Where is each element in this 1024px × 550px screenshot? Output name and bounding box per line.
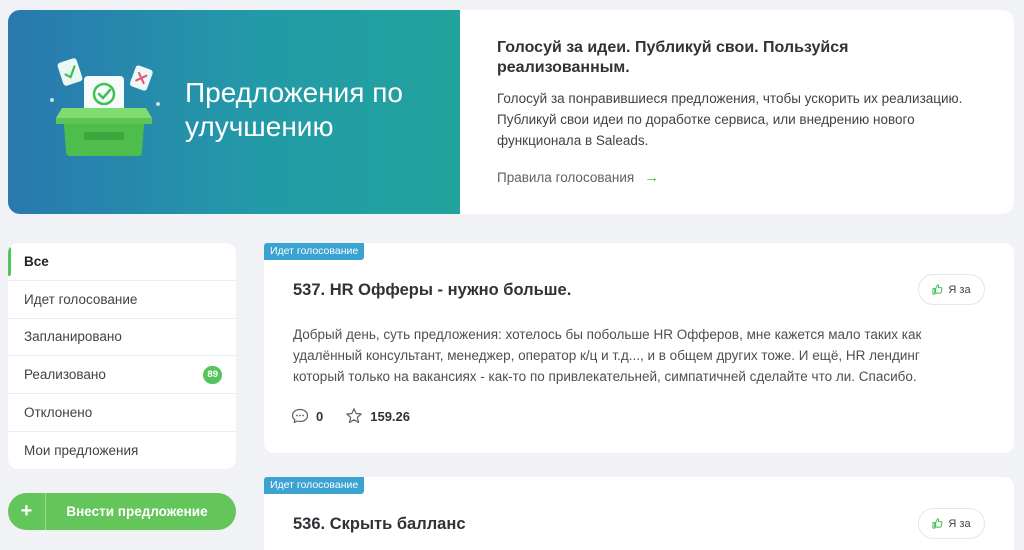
suggestion-title[interactable]: 537. HR Офферы - нужно больше. bbox=[293, 281, 571, 300]
banner-left-panel: Предложения по улучшению bbox=[8, 10, 460, 214]
sidebar-item-label: Идет голосование bbox=[24, 291, 138, 307]
voting-rules-label: Правила голосования bbox=[497, 170, 635, 185]
sidebar-item-label: Запланировано bbox=[24, 329, 122, 345]
status-badge: Идет голосование bbox=[264, 477, 365, 494]
ballot-box-illustration bbox=[50, 58, 160, 156]
vote-label: Я за bbox=[948, 517, 971, 530]
sidebar-item-label: Все bbox=[24, 253, 49, 269]
suggestion-card[interactable]: Идет голосование 536. Скрыть балланс Я з… bbox=[264, 477, 1014, 550]
sidebar-item-label: Мои предложения bbox=[24, 443, 139, 459]
thumbs-up-icon bbox=[932, 518, 943, 529]
banner-heading: Голосуй за идеи. Публикуй свои. Пользуйс… bbox=[497, 39, 849, 76]
add-suggestion-button[interactable]: + Внести предложение bbox=[8, 493, 236, 530]
banner-text: Голосуй за понравившиеся предложения, чт… bbox=[497, 91, 963, 148]
plus-icon: + bbox=[8, 493, 46, 530]
filter-sidebar: Все Идет голосование Запланировано Реали… bbox=[8, 243, 236, 469]
vote-for-button[interactable]: Я за bbox=[918, 508, 985, 539]
suggestion-card[interactable]: Идет голосование 537. HR Офферы - нужно … bbox=[264, 243, 1014, 453]
add-suggestion-label: Внести предложение bbox=[66, 504, 208, 519]
suggestion-title[interactable]: 536. Скрыть балланс bbox=[293, 515, 466, 534]
star-icon bbox=[346, 408, 363, 424]
sidebar-item-voting[interactable]: Идет голосование bbox=[8, 281, 236, 319]
vote-for-button[interactable]: Я за bbox=[918, 274, 985, 305]
comment-icon bbox=[291, 408, 309, 424]
suggestion-text: Добрый день, суть предложения: хотелось … bbox=[293, 327, 922, 384]
comments-count: 0 bbox=[316, 408, 324, 424]
comments-stat[interactable]: 0 bbox=[291, 407, 323, 425]
count-badge: 89 bbox=[203, 365, 222, 384]
voting-rules-link[interactable]: Правила голосования → bbox=[497, 169, 659, 186]
banner-title: Предложения по улучшению bbox=[185, 77, 403, 142]
rating-stat: 159.26 bbox=[345, 407, 410, 425]
arrow-right-icon: → bbox=[644, 169, 660, 186]
sidebar-item-my-suggestions[interactable]: Мои предложения bbox=[8, 432, 236, 469]
suggestion-stats: 0 159.26 bbox=[291, 407, 432, 425]
sidebar-item-implemented[interactable]: Реализовано 89 bbox=[8, 356, 236, 395]
sidebar-item-all[interactable]: Все bbox=[8, 243, 236, 281]
sidebar-item-label: Отклонено bbox=[24, 405, 93, 421]
hero-banner: Предложения по улучшению Голосуй за идеи… bbox=[8, 10, 1014, 214]
thumbs-up-icon bbox=[932, 284, 943, 295]
sidebar-item-rejected[interactable]: Отклонено bbox=[8, 394, 236, 432]
sidebar-item-label: Реализовано bbox=[24, 367, 106, 383]
sidebar-item-planned[interactable]: Запланировано bbox=[8, 319, 236, 357]
status-badge: Идет голосование bbox=[264, 243, 365, 260]
vote-label: Я за bbox=[948, 283, 971, 296]
banner-description: Голосуй за идеи. Публикуй свои. Пользуйс… bbox=[460, 10, 1014, 214]
rating-value: 159.26 bbox=[370, 408, 410, 424]
